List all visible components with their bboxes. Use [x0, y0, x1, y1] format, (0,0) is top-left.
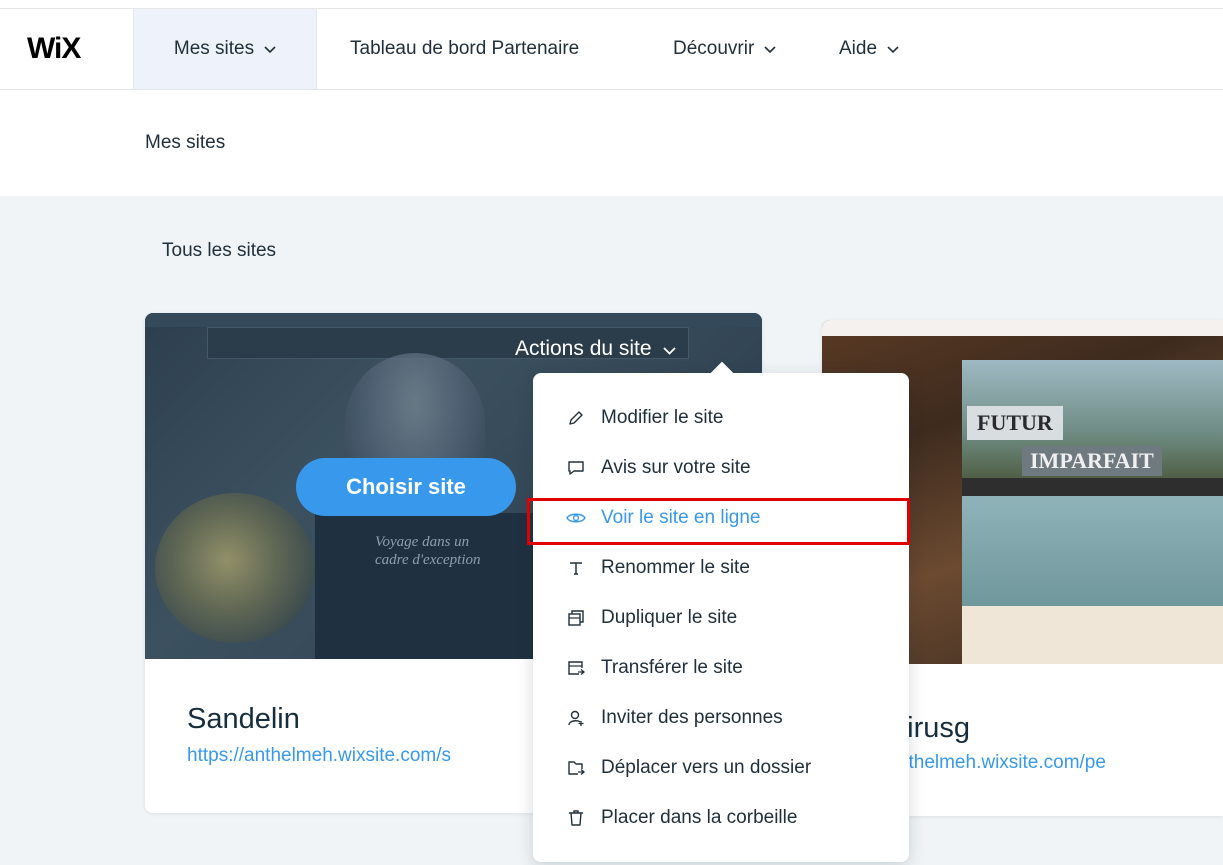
- menu-item-inviter-des-personnes[interactable]: Inviter des personnes: [533, 693, 909, 743]
- thumbnail-navrow: [962, 478, 1223, 496]
- menu-item-modifier-le-site[interactable]: Modifier le site: [533, 393, 909, 443]
- nav-mes-sites[interactable]: Mes sites: [133, 9, 317, 89]
- speech-bubble-icon: [565, 459, 587, 477]
- site-name: Sandelin: [187, 703, 300, 735]
- site-actions-dropdown: Modifier le site Avis sur votre site Voi…: [533, 361, 909, 862]
- nav-decouvrir[interactable]: Découvrir: [673, 9, 776, 89]
- clipped-document-strip: [0, 0, 1223, 9]
- nav-aide[interactable]: Aide: [839, 9, 899, 89]
- text-t-icon: [565, 560, 587, 576]
- menu-item-dupliquer-le-site[interactable]: Dupliquer le site: [533, 593, 909, 643]
- eye-icon: [565, 511, 587, 525]
- thumbnail-caption: Voyage dans un cadre d'exception: [375, 534, 481, 568]
- menu-item-label: Modifier le site: [601, 407, 724, 428]
- nav-tableau-de-bord-partenaire[interactable]: Tableau de bord Partenaire: [350, 9, 579, 89]
- chevron-down-icon: [887, 42, 899, 57]
- menu-item-renommer-le-site[interactable]: Renommer le site: [533, 543, 909, 593]
- menu-item-label: Placer dans la corbeille: [601, 807, 798, 828]
- menu-item-transferer-le-site[interactable]: Transférer le site: [533, 643, 909, 693]
- menu-item-label: Déplacer vers un dossier: [601, 757, 812, 778]
- nav-decouvrir-label: Découvrir: [673, 38, 755, 59]
- thumbnail-banner: [822, 320, 1223, 336]
- menu-item-label: Transférer le site: [601, 657, 743, 678]
- menu-item-voir-le-site-en-ligne[interactable]: Voir le site en ligne: [533, 493, 909, 543]
- thumbnail-title-imparfait: IMPARFAIT: [1022, 446, 1162, 476]
- section-title: Tous les sites: [162, 240, 277, 261]
- pencil-icon: [565, 409, 587, 427]
- top-navigation-bar: WiX Mes sites Tableau de bord Partenaire…: [0, 9, 1223, 90]
- thumbnail-topbar: [145, 313, 762, 327]
- menu-item-deplacer-vers-un-dossier[interactable]: Déplacer vers un dossier: [533, 743, 909, 793]
- menu-item-label: Renommer le site: [601, 557, 750, 578]
- invite-person-icon: [565, 709, 587, 727]
- site-url-link[interactable]: https://anthelmeh.wixsite.com/s: [187, 745, 451, 767]
- chevron-down-icon: [663, 342, 677, 358]
- menu-item-placer-dans-la-corbeille[interactable]: Placer dans la corbeille: [533, 793, 909, 843]
- site-actions-label: Actions du site: [515, 337, 652, 360]
- menu-item-label: Avis sur votre site: [601, 457, 751, 478]
- nav-aide-label: Aide: [839, 38, 878, 59]
- nav-tableau-label: Tableau de bord Partenaire: [350, 38, 580, 59]
- choose-site-button[interactable]: Choisir site: [296, 458, 516, 516]
- thumbnail-heroes: [962, 496, 1223, 606]
- thumbnail-vase: [155, 493, 315, 643]
- breadcrumb: Mes sites: [145, 132, 226, 153]
- folder-move-icon: [565, 759, 587, 777]
- duplicate-icon: [565, 609, 587, 627]
- menu-item-avis-sur-votre-site[interactable]: Avis sur votre site: [533, 443, 909, 493]
- site-actions-button[interactable]: Actions du site: [515, 337, 677, 361]
- thumbnail-title-futur: FUTUR: [967, 406, 1063, 440]
- menu-item-label: Dupliquer le site: [601, 607, 738, 628]
- thumbnail-namebar: [962, 606, 1223, 664]
- chevron-down-icon: [764, 42, 776, 57]
- trash-icon: [565, 809, 587, 827]
- nav-mes-sites-label: Mes sites: [173, 38, 255, 59]
- transfer-icon: [565, 659, 587, 677]
- chevron-down-icon: [264, 42, 276, 57]
- wix-logo[interactable]: WiX: [27, 32, 81, 66]
- breadcrumb-bar: Mes sites: [0, 90, 1223, 196]
- menu-item-label: Voir le site en ligne: [601, 507, 761, 528]
- menu-item-label: Inviter des personnes: [601, 707, 783, 728]
